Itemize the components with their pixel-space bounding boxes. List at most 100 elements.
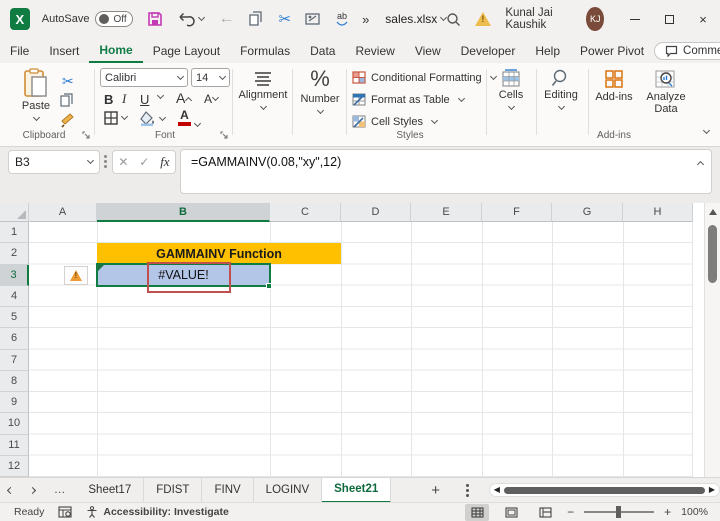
addins-button[interactable]: Add-ins [592, 69, 636, 103]
column-header-h[interactable]: H [623, 203, 693, 222]
fill-color-button[interactable] [140, 111, 167, 126]
alignment-button[interactable]: Alignment [236, 71, 290, 111]
tab-formulas[interactable]: Formulas [230, 40, 300, 62]
cells-button[interactable]: Cells [490, 69, 532, 111]
tab-file[interactable]: File [0, 40, 39, 62]
font-color-button[interactable]: A [178, 108, 202, 127]
italic-button[interactable]: I [122, 90, 126, 108]
font-size-select[interactable]: 14 [191, 68, 230, 87]
comments-button[interactable]: Comments [654, 41, 720, 60]
horizontal-scroll-thumb[interactable] [503, 486, 705, 494]
row-header-5[interactable]: 5 [0, 307, 29, 329]
font-dialog-launcher-icon[interactable] [220, 131, 229, 140]
formula-bar-expand-chevron-icon[interactable] [696, 160, 705, 169]
column-header-c[interactable]: C [270, 203, 341, 222]
scroll-up-button[interactable] [705, 203, 720, 221]
picture-icon[interactable] [305, 12, 322, 26]
column-header-d[interactable]: D [341, 203, 411, 222]
row-header-8[interactable]: 8 [0, 370, 29, 392]
maximize-button[interactable] [652, 0, 686, 38]
redo-icon[interactable]: ← [218, 10, 234, 28]
column-header-a[interactable]: A [29, 203, 97, 222]
row-header-12[interactable]: 12 [0, 455, 29, 477]
conditional-formatting-button[interactable]: Conditional Formatting [352, 71, 497, 84]
macro-record-icon[interactable] [58, 506, 72, 518]
file-name[interactable]: sales.xlsx [385, 12, 448, 26]
tab-insert[interactable]: Insert [39, 40, 89, 62]
row-header-10[interactable]: 10 [0, 413, 29, 435]
zoom-slider[interactable] [584, 506, 655, 518]
underline-chevron-icon[interactable] [156, 91, 165, 100]
column-header-f[interactable]: F [482, 203, 552, 222]
format-as-table-button[interactable]: Format as Table [352, 93, 465, 106]
sheet-nav-more-icon[interactable]: … [44, 484, 77, 496]
error-options-button[interactable] [64, 266, 88, 285]
tab-page-layout[interactable]: Page Layout [143, 40, 230, 62]
view-page-layout-button[interactable] [499, 504, 523, 521]
row-header-7[interactable]: 7 [0, 349, 29, 371]
fill-handle[interactable] [266, 283, 272, 289]
accessibility-status[interactable]: Accessibility: Investigate [86, 506, 229, 518]
editing-button[interactable]: Editing [538, 69, 584, 111]
format-painter-button[interactable] [60, 113, 76, 128]
formula-input[interactable]: =GAMMAINV(0.08,"xy",12) [180, 149, 712, 194]
tab-home[interactable]: Home [89, 39, 143, 63]
copy-button[interactable] [60, 93, 74, 107]
view-page-break-button[interactable] [533, 504, 557, 521]
autosave-toggle[interactable]: Off [95, 11, 134, 27]
cut-button[interactable]: ✂ [62, 73, 74, 90]
find-replace-icon[interactable]: ab [336, 11, 348, 27]
zoom-in-button[interactable]: + [664, 505, 671, 519]
clipboard-dialog-launcher-icon[interactable] [82, 131, 91, 140]
bold-button[interactable]: B [104, 90, 113, 108]
sheet-tab-fdist[interactable]: FDIST [144, 477, 203, 503]
zoom-slider-thumb[interactable] [616, 506, 622, 518]
more-commands-icon[interactable]: » [362, 12, 369, 27]
undo-button[interactable] [177, 11, 206, 27]
row-header-4[interactable]: 4 [0, 285, 29, 307]
enter-icon[interactable]: ✓ [139, 155, 149, 169]
sheet-tab-finv[interactable]: FINV [202, 477, 254, 503]
tab-data[interactable]: Data [300, 40, 345, 62]
undo-chevron-icon[interactable] [198, 13, 206, 22]
cancel-icon[interactable]: ✕ [118, 155, 128, 169]
copy-icon[interactable] [248, 11, 264, 27]
insert-function-icon[interactable]: fx [160, 154, 169, 170]
search-icon[interactable] [446, 12, 461, 27]
tab-developer[interactable]: Developer [451, 40, 526, 62]
formula-bar-grip-icon[interactable] [104, 160, 107, 163]
row-header-9[interactable]: 9 [0, 392, 29, 414]
column-header-e[interactable]: E [411, 203, 482, 222]
select-all-corner[interactable] [0, 203, 29, 222]
view-normal-button[interactable] [465, 503, 490, 521]
paste-button[interactable]: Paste [14, 68, 58, 122]
user-name[interactable]: Kunal Jai Kaushik [505, 7, 572, 31]
hscroll-right-icon[interactable]: ▶ [709, 486, 715, 494]
cut-icon[interactable]: ✂ [278, 10, 291, 28]
hscroll-left-icon[interactable]: ◀ [494, 486, 500, 494]
sheet-nav-left-icon[interactable] [0, 486, 22, 494]
row-header-1[interactable]: 1 [0, 222, 29, 244]
row-header-2[interactable]: 2 [0, 243, 29, 265]
avatar[interactable]: KJ [586, 7, 604, 31]
row-header-11[interactable]: 11 [0, 434, 29, 456]
sheet-tab-sheet21[interactable]: Sheet21 [322, 477, 392, 503]
row-header-3[interactable]: 3 [0, 264, 29, 286]
row-header-6[interactable]: 6 [0, 328, 29, 350]
horizontal-scrollbar[interactable]: ◀ ▶ [488, 483, 720, 497]
cell-styles-button[interactable]: Cell Styles [352, 115, 439, 128]
increase-font-button[interactable]: A [176, 89, 193, 107]
autosave-control[interactable]: AutoSave Off [42, 11, 134, 27]
name-box[interactable]: B3 [8, 150, 100, 174]
borders-button[interactable] [104, 111, 129, 125]
font-name-select[interactable]: Calibri [100, 68, 188, 87]
column-header-g[interactable]: G [552, 203, 623, 222]
title-cell-b2[interactable]: GAMMAINV Function [97, 243, 341, 264]
decrease-font-button[interactable]: A [204, 90, 220, 108]
column-header-b[interactable]: B [97, 203, 270, 222]
tab-power-pivot[interactable]: Power Pivot [570, 40, 654, 62]
vertical-scroll-thumb[interactable] [708, 225, 717, 283]
tab-view[interactable]: View [405, 40, 451, 62]
add-sheet-button[interactable]: + [419, 482, 452, 499]
zoom-out-button[interactable]: − [567, 505, 574, 519]
